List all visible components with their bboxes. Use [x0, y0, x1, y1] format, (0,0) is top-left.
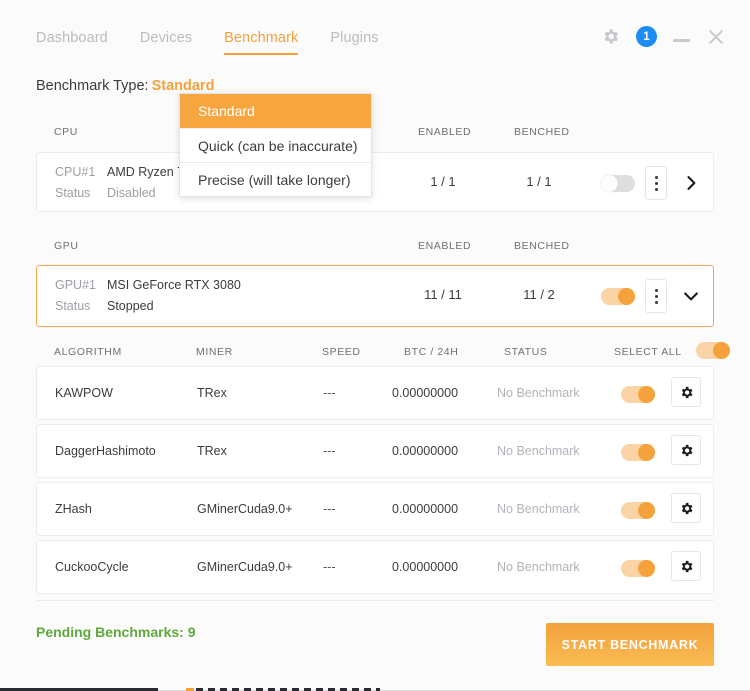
algorithm-miner: GMinerCuda9.0+ — [197, 502, 293, 516]
tab-benchmark[interactable]: Benchmark — [224, 30, 299, 55]
bottom-status-strip — [0, 687, 750, 691]
gpu-enable-toggle[interactable] — [601, 288, 635, 305]
cpu-column-benched: BENCHED — [514, 126, 570, 138]
algorithm-enable-toggle[interactable] — [621, 560, 655, 577]
algorithm-btc: 0.00000000 — [392, 386, 459, 400]
gpu-benched-count: 11 / 2 — [523, 287, 555, 302]
benchmark-window: Dashboard Devices Benchmark Plugins 1 Be… — [0, 0, 750, 691]
gpu-column-name: GPU — [54, 240, 79, 252]
table-row[interactable]: CuckooCycle GMinerCuda9.0+ --- 0.0000000… — [36, 540, 714, 594]
footer-divider — [36, 600, 714, 601]
notification-badge[interactable]: 1 — [636, 26, 657, 47]
gpu-enabled-count: 11 / 11 — [424, 287, 462, 302]
algorithm-btc: 0.00000000 — [392, 560, 459, 574]
algorithm-speed: --- — [323, 386, 336, 400]
pending-benchmarks-label: Pending Benchmarks: 9 — [36, 624, 196, 640]
gpu-status-label: Status — [55, 299, 91, 313]
col-speed: SPEED — [322, 346, 361, 358]
benchmark-type-dropdown: Standard Quick (can be inaccurate) Preci… — [179, 93, 372, 197]
algorithm-settings-gear-icon[interactable] — [671, 551, 701, 581]
cpu-section-header: CPU ENABLED BENCHED — [36, 126, 714, 148]
tab-plugins[interactable]: Plugins — [330, 30, 378, 53]
benchmark-type-label: Benchmark Type: — [36, 78, 149, 94]
benchmark-type-value[interactable]: Standard — [152, 78, 215, 94]
start-benchmark-button[interactable]: START BENCHMARK — [546, 623, 714, 666]
algorithm-name: DaggerHashimoto — [55, 444, 156, 458]
algorithm-miner: TRex — [197, 386, 227, 400]
algorithm-status: No Benchmark — [497, 502, 580, 516]
chevron-down-icon[interactable] — [681, 286, 701, 306]
algorithm-miner: TRex — [197, 444, 227, 458]
dropdown-option-quick[interactable]: Quick (can be inaccurate) — [180, 128, 371, 162]
close-icon[interactable] — [706, 27, 726, 47]
cpu-benched-count: 1 / 1 — [526, 174, 552, 189]
main-navigation: Dashboard Devices Benchmark Plugins — [36, 30, 379, 55]
algorithm-settings-gear-icon[interactable] — [671, 377, 701, 407]
algorithm-enable-toggle[interactable] — [621, 502, 655, 519]
chevron-right-icon[interactable] — [681, 173, 701, 193]
algorithm-speed: --- — [323, 560, 336, 574]
algorithm-enable-toggle[interactable] — [621, 386, 655, 403]
gpu-column-enabled: ENABLED — [418, 240, 472, 252]
tab-dashboard[interactable]: Dashboard — [36, 30, 108, 53]
minimize-icon[interactable] — [673, 31, 690, 42]
algorithm-miner: GMinerCuda9.0+ — [197, 560, 293, 574]
cpu-enabled-count: 1 / 1 — [430, 174, 456, 189]
cpu-device-id: CPU#1 — [55, 165, 96, 179]
table-row[interactable]: ZHash GMinerCuda9.0+ --- 0.00000000 No B… — [36, 482, 714, 536]
gpu-device-id: GPU#1 — [55, 278, 96, 292]
dropdown-option-precise[interactable]: Precise (will take longer) — [180, 162, 371, 196]
algorithm-btc: 0.00000000 — [392, 502, 459, 516]
cpu-more-menu-button[interactable] — [645, 166, 667, 200]
settings-gear-icon[interactable] — [601, 27, 620, 46]
gpu-section-header: GPU ENABLED BENCHED — [36, 240, 714, 262]
gpu-status-value: Stopped — [107, 299, 154, 313]
cpu-enable-toggle[interactable] — [601, 175, 635, 192]
cpu-status-label: Status — [55, 186, 91, 200]
dropdown-option-standard[interactable]: Standard — [180, 94, 371, 128]
tab-devices[interactable]: Devices — [140, 30, 192, 53]
gpu-device-row[interactable]: GPU#1 MSI GeForce RTX 3080 Status Stoppe… — [36, 265, 714, 327]
algorithm-speed: --- — [323, 502, 336, 516]
algorithm-name: KAWPOW — [55, 386, 113, 400]
gpu-more-menu-button[interactable] — [645, 279, 667, 313]
table-row[interactable]: DaggerHashimoto TRex --- 0.00000000 No B… — [36, 424, 714, 478]
table-row[interactable]: KAWPOW TRex --- 0.00000000 No Benchmark — [36, 366, 714, 420]
algorithm-name: ZHash — [55, 502, 92, 516]
col-select-all: SELECT ALL — [614, 346, 682, 358]
gpu-device-name: MSI GeForce RTX 3080 — [107, 278, 241, 292]
algorithm-name: CuckooCycle — [55, 560, 129, 574]
algorithm-status: No Benchmark — [497, 386, 580, 400]
title-bar: Dashboard Devices Benchmark Plugins 1 — [0, 0, 750, 66]
cpu-column-enabled: ENABLED — [418, 126, 472, 138]
algorithm-enable-toggle[interactable] — [621, 444, 655, 461]
col-status: STATUS — [504, 346, 548, 358]
algorithm-status: No Benchmark — [497, 444, 580, 458]
gpu-column-benched: BENCHED — [514, 240, 570, 252]
col-miner: MINER — [196, 346, 233, 358]
window-controls: 1 — [601, 26, 726, 47]
col-algorithm: ALGORITHM — [54, 346, 122, 358]
algorithm-settings-gear-icon[interactable] — [671, 435, 701, 465]
algorithm-btc: 0.00000000 — [392, 444, 459, 458]
cpu-status-value: Disabled — [107, 186, 156, 200]
select-all-toggle[interactable] — [696, 342, 730, 359]
cpu-column-name: CPU — [54, 126, 78, 138]
cpu-device-row[interactable]: CPU#1 AMD Ryzen 7 3 Status Disabled 1 / … — [36, 152, 714, 212]
algorithm-speed: --- — [323, 444, 336, 458]
benchmark-type-row: Benchmark Type: Standard — [36, 78, 214, 94]
col-btc-24h: BTC / 24H — [404, 346, 459, 358]
algorithm-settings-gear-icon[interactable] — [671, 493, 701, 523]
algorithm-status: No Benchmark — [497, 560, 580, 574]
